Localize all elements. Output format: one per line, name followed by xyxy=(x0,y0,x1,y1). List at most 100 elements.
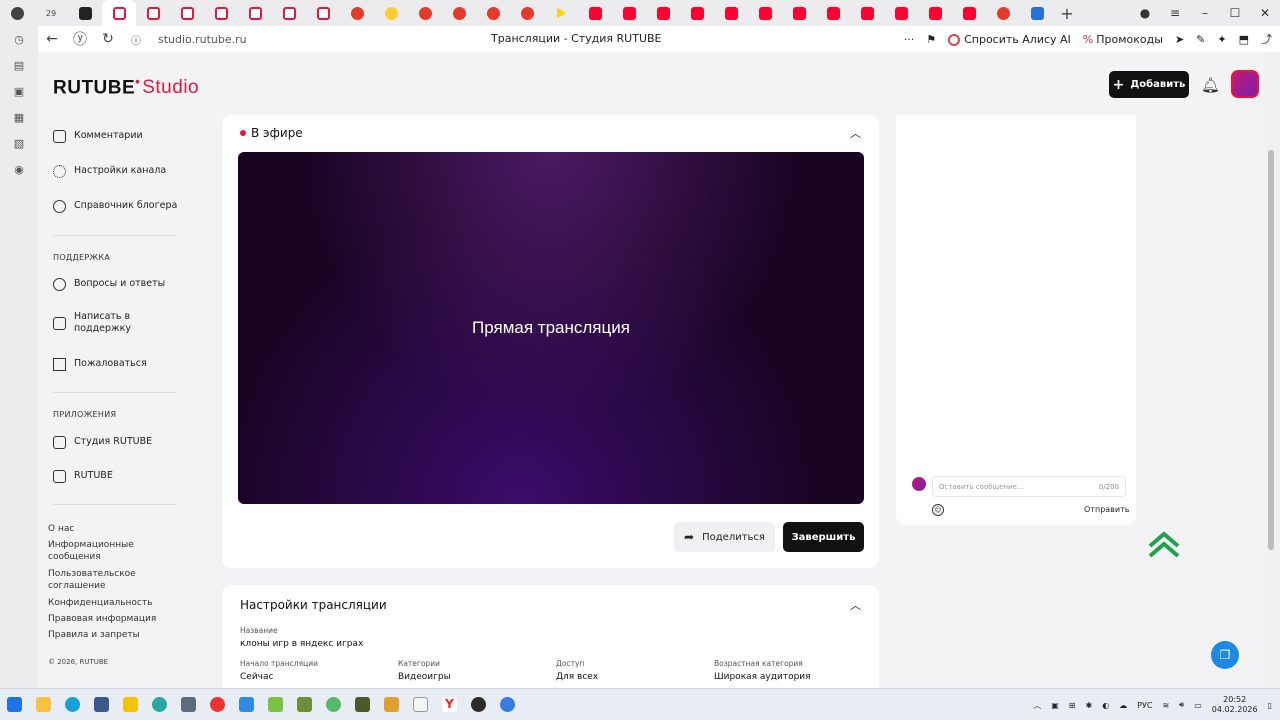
browser-tab[interactable] xyxy=(136,0,170,26)
taskbar-app[interactable] xyxy=(87,689,116,720)
taskbar-app[interactable] xyxy=(261,689,290,720)
minimize-icon[interactable]: – xyxy=(1190,6,1220,20)
browser-tab[interactable] xyxy=(170,0,204,26)
more-icon[interactable]: ··· xyxy=(904,33,915,46)
browser-tab[interactable] xyxy=(272,0,306,26)
browser-tab[interactable] xyxy=(408,0,442,26)
tray-app-icon[interactable]: ▣ xyxy=(1051,701,1059,710)
history-icon[interactable]: ◷ xyxy=(0,26,38,52)
sidebar-item-report[interactable]: Пожаловаться xyxy=(53,358,147,371)
browser-tab[interactable] xyxy=(748,0,782,26)
taskbar-app[interactable] xyxy=(464,689,493,720)
taskbar-app[interactable] xyxy=(145,689,174,720)
browser-tab[interactable] xyxy=(680,0,714,26)
wifi-icon[interactable]: ≋ xyxy=(1162,701,1169,710)
chevron-up-icon[interactable]: ︿ xyxy=(850,597,861,613)
send-button[interactable]: Отправить xyxy=(1084,505,1129,514)
footer-link-legal[interactable]: Правовая информация xyxy=(48,613,156,625)
sidebar-item-channel-settings[interactable]: Настройки канала xyxy=(53,165,166,178)
taskbar-app[interactable] xyxy=(406,689,435,720)
maximize-icon[interactable]: ☐ xyxy=(1220,6,1250,20)
tools-icon[interactable]: ▧ xyxy=(0,130,38,156)
browser-tab[interactable] xyxy=(952,0,986,26)
browser-tab[interactable] xyxy=(884,0,918,26)
language-indicator[interactable]: РУС xyxy=(1137,701,1152,710)
browser-menu-tab[interactable] xyxy=(0,0,34,26)
emoji-icon[interactable]: ☺ xyxy=(932,504,944,516)
taskbar-clock[interactable]: 20:52 04.02.2026 xyxy=(1212,695,1258,715)
scrollbar-thumb[interactable] xyxy=(1268,150,1274,550)
taskbar-app[interactable] xyxy=(377,689,406,720)
browser-tab[interactable] xyxy=(578,0,612,26)
taskbar-app[interactable] xyxy=(290,689,319,720)
share-page-icon[interactable]: ⤴ xyxy=(1261,31,1272,47)
promo-button[interactable]: % Промокоды xyxy=(1083,33,1163,46)
end-stream-button[interactable]: Завершить xyxy=(783,522,864,552)
browser-tab[interactable] xyxy=(816,0,850,26)
support-chat-button[interactable]: ❐ xyxy=(1211,641,1239,669)
chevron-up-icon[interactable]: ︿ xyxy=(850,125,861,141)
close-icon[interactable]: ✕ xyxy=(1250,6,1280,20)
browser-tab[interactable] xyxy=(544,0,578,26)
taskbar-app-active[interactable]: Y xyxy=(435,689,464,720)
taskbar-app[interactable] xyxy=(319,689,348,720)
chat-message-input[interactable]: Оставить сообщение... 0/200 xyxy=(932,476,1126,497)
browser-tab-active[interactable] xyxy=(102,0,136,26)
notifications-bell-icon[interactable]: 🔔︎ xyxy=(1201,76,1220,94)
browser-tab[interactable] xyxy=(918,0,952,26)
sidebar-item-faq[interactable]: Вопросы и ответы xyxy=(53,278,165,291)
browser-tab[interactable] xyxy=(714,0,748,26)
sidebar-item-rutube-app[interactable]: RUTUBE xyxy=(53,470,113,483)
browser-tab[interactable] xyxy=(986,0,1020,26)
yandex-icon[interactable]: ⓨ xyxy=(66,29,94,49)
taskbar-app[interactable] xyxy=(29,689,58,720)
footer-link-info-messages[interactable]: Информационные сообщения xyxy=(48,539,138,563)
browser-tab[interactable] xyxy=(510,0,544,26)
tray-cloud-icon[interactable]: ☁ xyxy=(1119,701,1127,710)
browser-tab[interactable] xyxy=(782,0,816,26)
browser-tab[interactable] xyxy=(306,0,340,26)
tray-sync-icon[interactable]: ◐ xyxy=(1102,701,1109,710)
calendar-icon[interactable]: ▦ xyxy=(0,104,38,130)
browser-tab[interactable] xyxy=(238,0,272,26)
bluetooth-icon[interactable]: ✱ xyxy=(1085,701,1092,710)
user-avatar[interactable] xyxy=(1231,70,1259,98)
downloads-icon[interactable]: ⬒ xyxy=(1239,33,1249,46)
sidebar-item-studio-app[interactable]: Студия RUTUBE xyxy=(53,436,152,449)
taskbar-app[interactable] xyxy=(58,689,87,720)
cursor-icon[interactable]: ➤ xyxy=(1175,33,1184,46)
taskbar-app[interactable] xyxy=(232,689,261,720)
media-icon[interactable]: ◉ xyxy=(0,156,38,182)
taskbar-app[interactable] xyxy=(348,689,377,720)
notes-icon[interactable]: ▣ xyxy=(0,78,38,104)
taskbar-app[interactable] xyxy=(493,689,522,720)
rutube-studio-logo[interactable]: RUTUBE• Studio xyxy=(53,74,199,99)
menu-icon[interactable]: ≡ xyxy=(1160,6,1190,20)
notifications-icon[interactable]: ▯ xyxy=(1268,701,1272,710)
browser-tab[interactable] xyxy=(646,0,680,26)
bookmark-icon[interactable]: ⚑ xyxy=(926,33,936,46)
add-button[interactable]: + Добавить xyxy=(1109,71,1189,98)
tray-network-icon[interactable]: ⊞ xyxy=(1069,701,1076,710)
extensions-puzzle-icon[interactable]: ✦ xyxy=(1217,33,1226,46)
browser-tab[interactable] xyxy=(476,0,510,26)
url-field[interactable]: studio.rutube.ru xyxy=(158,33,247,46)
sidebar-item-comments[interactable]: Комментарии xyxy=(53,130,143,143)
bookmarks-icon[interactable]: ▤ xyxy=(0,52,38,78)
site-info-icon[interactable]: ⓘ xyxy=(122,32,150,47)
profile-icon[interactable]: ● xyxy=(1130,6,1160,20)
taskbar-app[interactable] xyxy=(203,689,232,720)
start-button[interactable] xyxy=(0,689,29,720)
footer-link-rules[interactable]: Правила и запреты xyxy=(48,629,140,641)
browser-tab[interactable] xyxy=(68,0,102,26)
battery-icon[interactable]: ▭ xyxy=(1194,701,1202,710)
browser-tab[interactable] xyxy=(374,0,408,26)
alice-button[interactable]: Спросить Алису AI xyxy=(948,33,1071,46)
extension-icon[interactable]: ✎ xyxy=(1196,33,1205,46)
footer-link-privacy[interactable]: Конфиденциальность xyxy=(48,597,152,609)
footer-link-user-agreement[interactable]: Пользовательское соглашение xyxy=(48,568,138,592)
browser-tab[interactable] xyxy=(850,0,884,26)
sidebar-item-blogger-guide[interactable]: Справочник блогера xyxy=(53,200,177,213)
volume-icon[interactable]: 🔊︎ xyxy=(1179,700,1184,710)
tab-counter[interactable]: 29 xyxy=(34,0,68,26)
